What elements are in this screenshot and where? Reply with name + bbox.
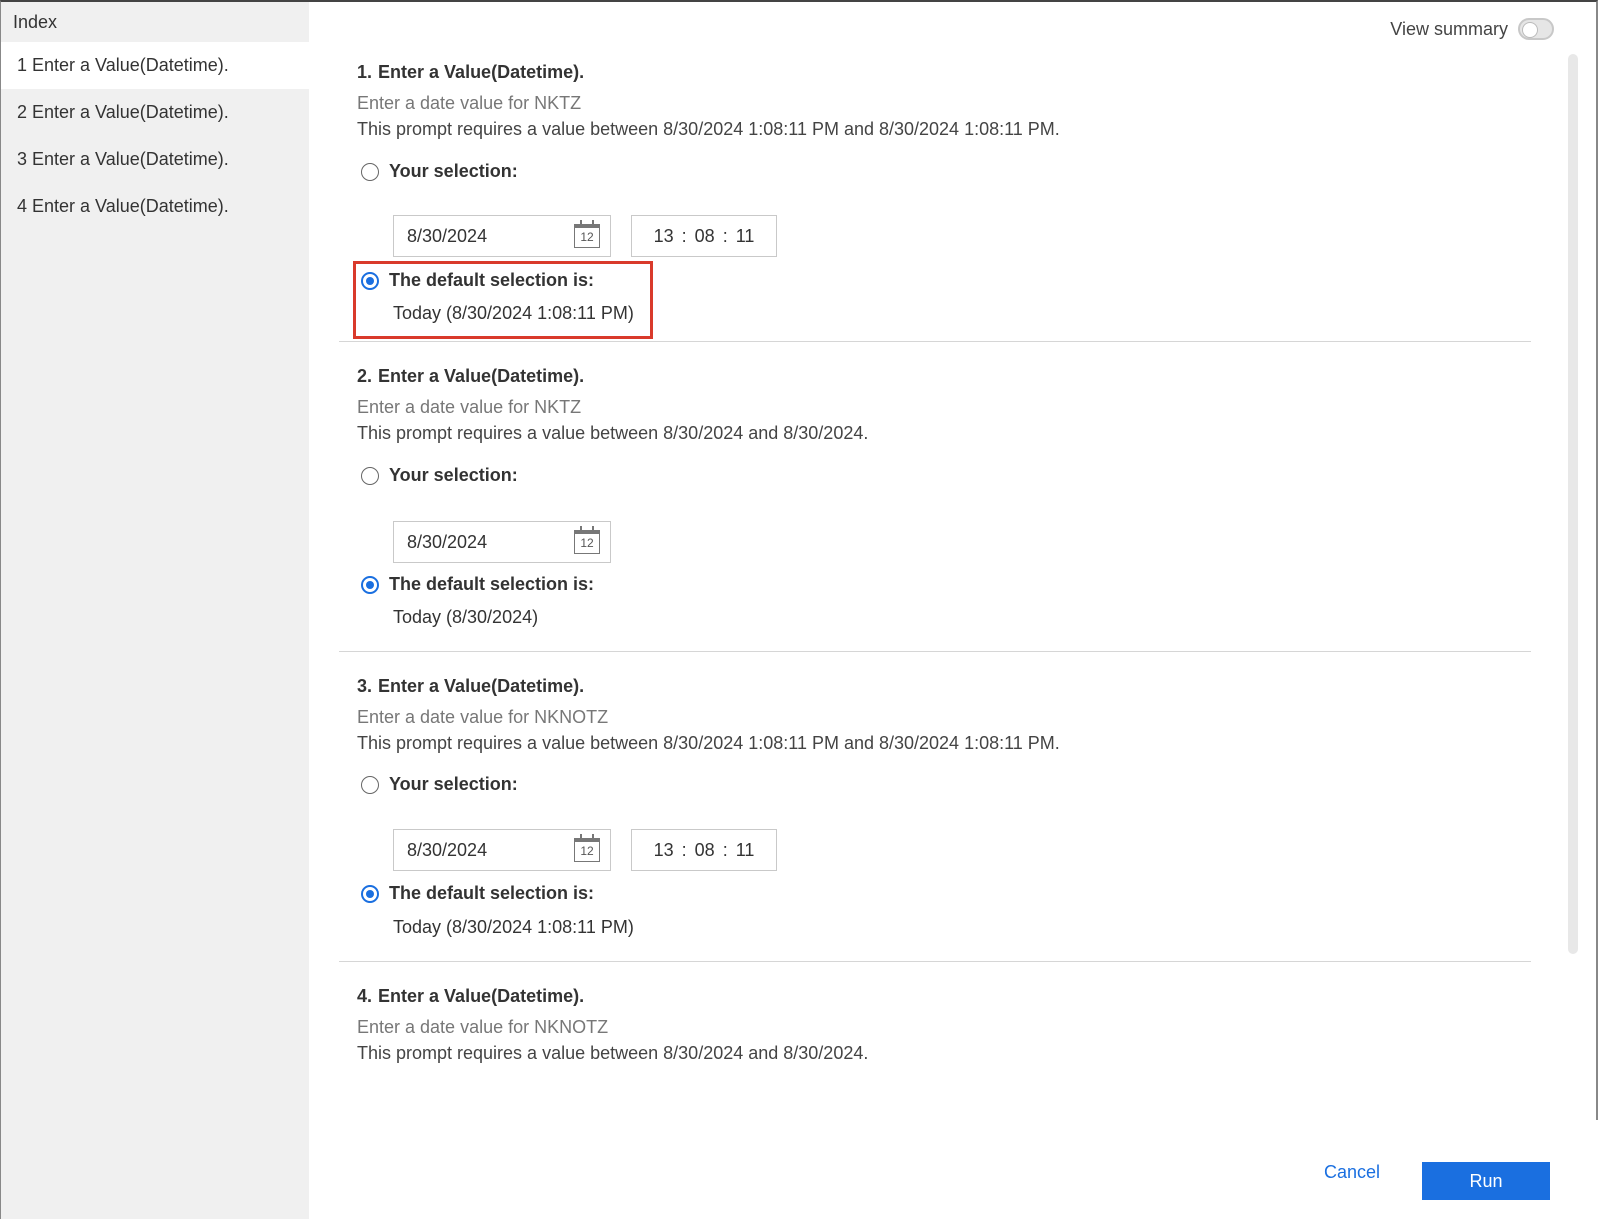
time-hours[interactable]: 13 [654, 840, 674, 861]
time-seconds[interactable]: 11 [736, 840, 755, 861]
default-selection-value: Today (8/30/2024 1:08:11 PM) [393, 917, 634, 937]
time-separator: : [722, 839, 728, 860]
sidebar-item-3[interactable]: 3 Enter a Value(Datetime). [1, 136, 309, 183]
your-selection-label: Your selection: [389, 465, 518, 485]
time-minutes[interactable]: 08 [695, 226, 715, 247]
prompt-section-2: 2. Enter a Value(Datetime). Enter a date … [339, 342, 1531, 652]
time-input[interactable]: 13 : 08 : 11 [631, 829, 777, 871]
date-value: 8/30/2024 [407, 225, 488, 246]
calendar-icon[interactable]: 12 [574, 220, 600, 248]
prompt-title: 3. Enter a Value(Datetime). [357, 676, 585, 696]
cancel-button[interactable]: Cancel [1324, 1162, 1380, 1183]
prompt-requirement: This prompt requires a value between 8/3… [357, 1043, 869, 1063]
prompt-requirement: This prompt requires a value between 8/3… [357, 423, 869, 443]
calendar-icon[interactable]: 12 [574, 526, 600, 554]
prompt-requirement: This prompt requires a value between 8/3… [357, 119, 1060, 139]
time-hours[interactable]: 13 [654, 226, 674, 247]
prompt-title: 1. Enter a Value(Datetime). [357, 62, 585, 82]
calendar-icon[interactable]: 12 [574, 834, 600, 862]
date-input[interactable]: 8/30/2024 12 [393, 829, 611, 871]
your-selection-label: Your selection: [389, 161, 518, 181]
radio-checked-icon [361, 575, 379, 594]
prompt-list: 1. Enter a Value(Datetime). Enter a date … [339, 2, 1531, 1092]
radio-checked-icon [361, 884, 379, 903]
index-sidebar: Index 1 Enter a Value(Datetime). 2 Enter… [1, 2, 309, 1219]
prompt-requirement: This prompt requires a value between 8/3… [357, 733, 1060, 753]
default-selection-radio[interactable]: The default selection is: [361, 883, 594, 904]
default-selection-label: The default selection is: [389, 574, 595, 594]
your-selection-radio[interactable]: Your selection: [361, 465, 518, 486]
run-button[interactable]: Run [1422, 1162, 1550, 1200]
sidebar-title: Index [13, 12, 58, 32]
default-selection-value: Today (8/30/2024) [393, 607, 539, 627]
prompt-description: Enter a date value for NKTZ [357, 397, 582, 417]
time-separator: : [681, 225, 687, 246]
time-seconds[interactable]: 11 [736, 226, 755, 247]
your-selection-label: Your selection: [389, 774, 518, 794]
date-input[interactable]: 8/30/2024 12 [393, 215, 611, 257]
time-separator: : [722, 225, 728, 246]
sidebar-item-2[interactable]: 2 Enter a Value(Datetime). [1, 89, 309, 136]
prompt-title: 2. Enter a Value(Datetime). [357, 366, 585, 386]
date-value: 8/30/2024 [407, 531, 488, 552]
date-value: 8/30/2024 [407, 839, 488, 860]
dialog-footer: Cancel Run [309, 1120, 1598, 1220]
your-selection-radio[interactable]: Your selection: [361, 161, 518, 182]
radio-unchecked-icon [361, 775, 379, 794]
prompt-description: Enter a date value for NKTZ [357, 93, 582, 113]
time-input[interactable]: 13 : 08 : 11 [631, 215, 777, 257]
prompt-section-1: 1. Enter a Value(Datetime). Enter a date … [339, 2, 1531, 342]
default-selection-radio[interactable]: The default selection is: [361, 574, 594, 595]
time-separator: : [681, 839, 687, 860]
default-selection-label: The default selection is: [389, 883, 595, 903]
prompt-panel: View summary 1. Enter a Value(Datetime). … [309, 2, 1598, 1220]
date-input[interactable]: 8/30/2024 12 [393, 521, 611, 563]
prompt-section-3: 3. Enter a Value(Datetime). Enter a date … [339, 652, 1531, 962]
your-selection-radio[interactable]: Your selection: [361, 774, 518, 795]
vertical-scrollbar[interactable] [1568, 54, 1578, 954]
sidebar-item-1[interactable]: 1 Enter a Value(Datetime). [1, 42, 309, 89]
sidebar-item-4[interactable]: 4 Enter a Value(Datetime). [1, 183, 309, 230]
highlight-box [353, 261, 653, 339]
radio-unchecked-icon [361, 162, 379, 181]
prompt-description: Enter a date value for NKNOTZ [357, 1017, 609, 1037]
prompt-section-4: 4. Enter a Value(Datetime). Enter a date … [339, 962, 1531, 1092]
radio-unchecked-icon [361, 466, 379, 485]
time-minutes[interactable]: 08 [695, 840, 715, 861]
prompt-description: Enter a date value for NKNOTZ [357, 707, 609, 727]
prompt-title: 4. Enter a Value(Datetime). [357, 986, 585, 1006]
